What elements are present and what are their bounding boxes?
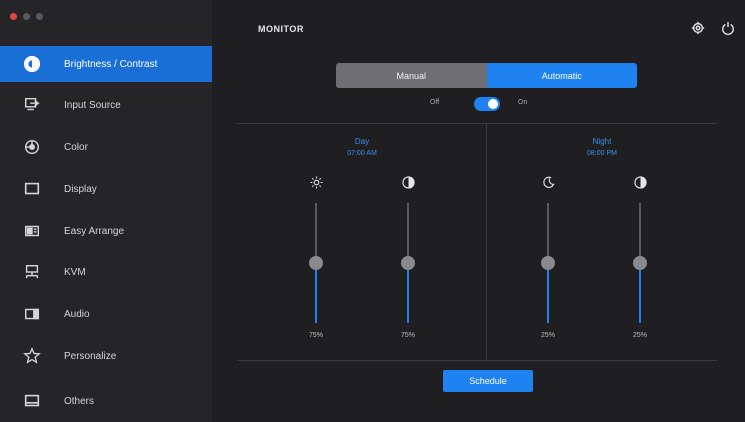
night-brightness-value: 25%: [540, 332, 555, 339]
automatic-mode-button[interactable]: Automatic: [486, 63, 637, 88]
sidebar-item-label: Display: [64, 183, 97, 195]
zoom-window-button[interactable]: [36, 13, 43, 20]
app-window: Brightness / Contrast Input Source Color…: [0, 0, 745, 422]
input-source-icon: [22, 95, 42, 115]
sidebar-item-color[interactable]: Color: [0, 129, 212, 165]
night-time-link[interactable]: 08:00 PM: [542, 150, 662, 157]
sidebar-item-kvm[interactable]: KVM: [0, 254, 212, 290]
settings-button[interactable]: [690, 20, 706, 36]
toggle-knob: [488, 99, 498, 109]
day-brightness-slider[interactable]: [309, 203, 323, 323]
window-controls: [10, 13, 43, 20]
sidebar-item-label: Input Source: [64, 99, 121, 111]
slider-thumb[interactable]: [541, 256, 555, 270]
toggle-off-label: Off: [430, 99, 440, 106]
schedule-button[interactable]: Schedule: [443, 370, 533, 392]
toggle-on-label: On: [518, 99, 528, 106]
day-panel-title: Day: [354, 137, 370, 146]
night-brightness-slider[interactable]: [541, 203, 555, 323]
sidebar-item-label: KVM: [64, 266, 86, 278]
panel-center-divider: [486, 123, 487, 360]
schedule-toggle-row: Off On: [430, 96, 540, 112]
sidebar-item-easy-arrange[interactable]: Easy Arrange: [0, 213, 212, 249]
kvm-icon: [22, 262, 42, 282]
panel-bottom-divider: [237, 360, 717, 361]
power-icon: [722, 21, 734, 35]
slider-fill: [315, 263, 317, 323]
slider-thumb[interactable]: [309, 256, 323, 270]
day-brightness-value: 75%: [308, 332, 323, 339]
page-title: MONITOR: [258, 24, 304, 34]
sidebar-item-label: Personalize: [64, 350, 117, 362]
contrast-icon: [633, 175, 647, 189]
night-contrast-slider[interactable]: [633, 203, 647, 323]
manual-mode-button[interactable]: Manual: [336, 63, 487, 88]
sidebar-item-label: Audio: [64, 308, 90, 320]
minimize-window-button[interactable]: [23, 13, 30, 20]
panel-top-divider: [237, 123, 717, 124]
slider-thumb[interactable]: [401, 256, 415, 270]
day-contrast-value: 75%: [400, 332, 415, 339]
sidebar-item-label: Easy Arrange: [64, 225, 125, 237]
sidebar-item-input-source[interactable]: Input Source: [0, 87, 212, 123]
sidebar-item-personalize[interactable]: Personalize: [0, 338, 212, 374]
slider-fill: [639, 263, 641, 323]
sidebar: Brightness / Contrast Input Source Color…: [0, 0, 212, 422]
slider-fill: [547, 263, 549, 323]
night-panel-title: Night: [592, 137, 612, 146]
easy-arrange-icon: [22, 221, 42, 241]
day-contrast-slider[interactable]: [401, 203, 415, 323]
slider-fill: [407, 263, 409, 323]
power-button[interactable]: [720, 20, 736, 36]
night-contrast-value: 25%: [632, 332, 647, 339]
others-icon: [22, 391, 42, 411]
brightness-icon: [22, 54, 42, 74]
gear-icon: [691, 21, 705, 35]
audio-icon: [22, 304, 42, 324]
brightness-moon-icon: [541, 175, 555, 189]
brightness-sun-icon: [309, 175, 323, 189]
sidebar-item-audio[interactable]: Audio: [0, 296, 212, 332]
mode-segmented-control: Manual Automatic: [336, 63, 637, 88]
day-time-link[interactable]: 07:00 AM: [302, 150, 422, 157]
display-icon: [22, 179, 42, 199]
color-icon: [22, 137, 42, 157]
sidebar-item-display[interactable]: Display: [0, 171, 212, 207]
sidebar-item-label: Color: [64, 141, 88, 153]
slider-thumb[interactable]: [633, 256, 647, 270]
sidebar-item-label: Brightness / Contrast: [64, 58, 158, 70]
close-window-button[interactable]: [10, 13, 17, 20]
schedule-toggle[interactable]: [474, 97, 500, 111]
personalize-icon: [22, 346, 42, 366]
sidebar-item-brightness-contrast[interactable]: Brightness / Contrast: [0, 46, 212, 82]
sidebar-item-label: Others: [64, 395, 95, 407]
sidebar-item-others[interactable]: Others: [0, 383, 212, 419]
contrast-icon: [401, 175, 415, 189]
